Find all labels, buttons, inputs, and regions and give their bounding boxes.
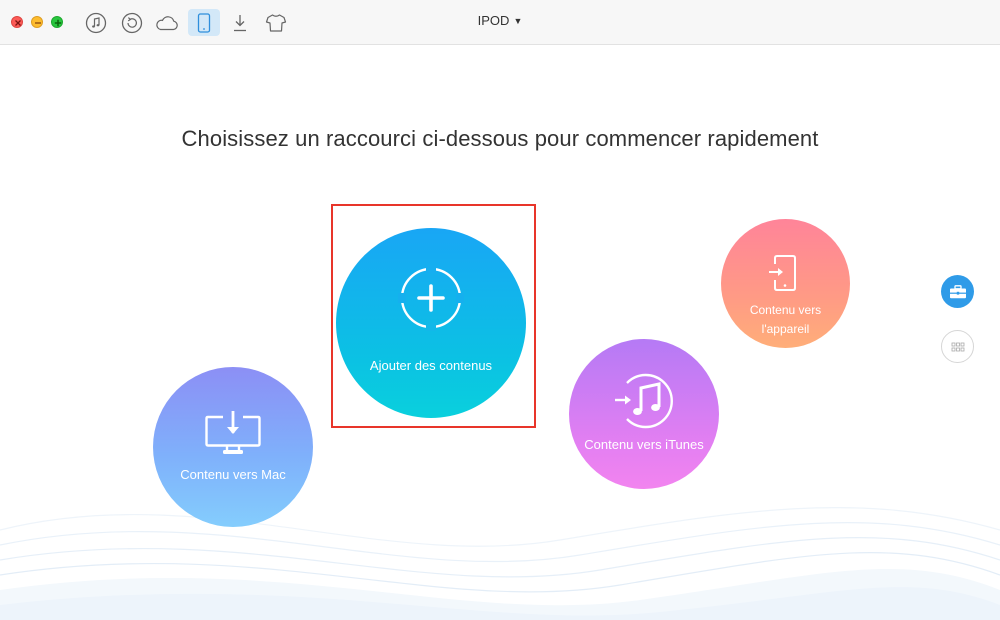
content-to-itunes-button[interactable]: Contenu vers iTunes [569,339,719,489]
toolbar-download-button[interactable] [224,9,256,36]
more-tools-button[interactable] [941,330,974,363]
itunes-transfer-icon [615,373,673,429]
toolbar-device-button[interactable] [188,9,220,36]
restore-icon [121,12,143,33]
phone-import-icon [769,255,796,291]
toolbox-icon [949,284,966,298]
background-waves [0,507,1000,620]
iphone-icon [197,12,211,33]
content-to-device-label: Contenu vers l'appareil [721,301,850,339]
toolbar-skin-button[interactable] [260,9,292,36]
minimize-icon [35,22,41,24]
close-window-button[interactable] [11,16,23,28]
content-to-mac-label: Contenu vers Mac [180,467,286,482]
maximize-window-button[interactable] [51,16,63,28]
maximize-icon [54,19,62,27]
content-to-device-button[interactable]: Contenu vers l'appareil [721,219,850,348]
page-title: Choisissez un raccourci ci-dessous pour … [181,126,819,151]
add-circle-icon [398,265,464,331]
title-bar: IPOD ▼ [0,0,1000,45]
content-to-device-label-line2: l'appareil [761,322,810,336]
close-icon [15,20,21,26]
chevron-down-icon: ▼ [513,16,523,26]
monitor-download-icon [205,411,261,454]
cloud-icon [156,15,178,30]
content-to-device-label-line1: Contenu vers [749,303,822,317]
toolbox-button[interactable] [941,275,974,308]
device-selector[interactable]: IPOD ▼ [440,13,560,33]
add-content-button[interactable]: Ajouter des contenus [336,228,526,418]
download-icon [234,14,246,31]
grid-icon [951,342,964,351]
minimize-window-button[interactable] [31,16,43,28]
music-note-icon [85,12,107,33]
add-content-label: Ajouter des contenus [369,358,493,373]
content-to-mac-button[interactable]: Contenu vers Mac [153,367,313,527]
device-name: IPOD [477,13,510,28]
toolbar-restore-button[interactable] [116,9,148,36]
app-window: IPOD ▼ Choisissez un raccourci ci-dessous… [0,0,1000,620]
content-to-itunes-label: Contenu vers iTunes [584,437,704,452]
toolbar-music-button[interactable] [80,9,112,36]
toolbar-cloud-button[interactable] [151,9,183,36]
tshirt-icon [265,13,287,32]
